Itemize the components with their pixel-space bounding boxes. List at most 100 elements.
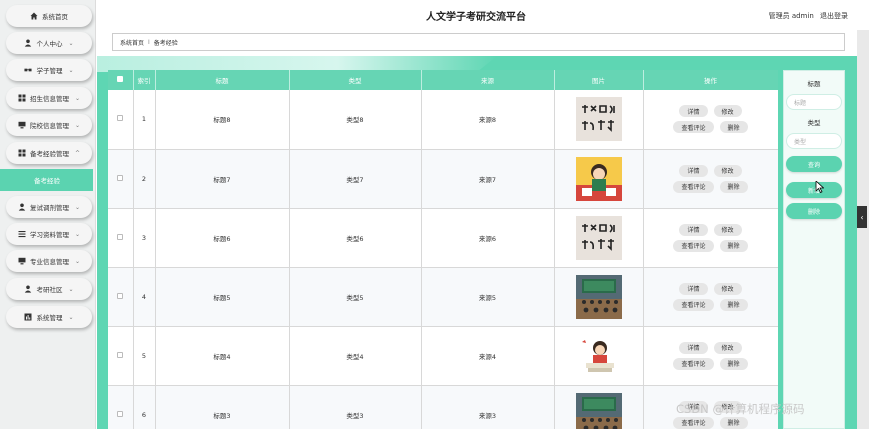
logout-link[interactable]: 退出登录 [820,12,848,20]
view-comments-button[interactable]: 查看评论 [673,239,714,252]
detail-button[interactable]: 详情 [679,282,708,295]
list-icon [18,230,26,238]
view-comments-button[interactable]: 查看评论 [673,416,714,429]
chevron-down-icon: ⌄ [68,285,74,293]
header-user-area: 管理员 admin 退出登录 [765,11,848,21]
detail-button[interactable]: 详情 [679,341,708,354]
edit-button[interactable]: 修改 [713,282,742,295]
sidebar-item-3[interactable]: 学子管理 ⌄ [6,59,92,81]
user-icon [18,203,26,211]
detail-button[interactable]: 详情 [679,223,708,236]
chevron-down-icon: ⌄ [74,230,81,238]
add-button[interactable]: 新增 [786,182,842,198]
type-filter-label: 类型 [807,119,821,127]
chevron-down-icon: ⌄ [74,203,81,211]
collapse-panel-handle[interactable]: ‹ [857,206,867,228]
thumbnail-image [555,274,643,319]
cell-type: 类型5 [289,267,422,327]
search-button[interactable]: 查询 [786,156,842,172]
thumbnail-image [555,333,643,378]
sidebar-item-7[interactable]: 复试调剂管理 ⌄ [6,196,92,218]
sidebar-item-8[interactable]: 学习资料管理 ⌄ [6,223,92,245]
app-title: 人文学子考研交流平台 [426,11,526,23]
sidebar-item-2[interactable]: 个人中心 ⌄ [6,32,92,54]
sidebar-item-10[interactable]: 考研社区 ⌄ [6,278,92,300]
row-checkbox-cell[interactable] [108,208,134,268]
cell-index: 4 [133,267,156,327]
cell-source: 来源7 [421,149,555,209]
edit-button[interactable]: 修改 [713,223,742,236]
delete-button[interactable]: 删除 [719,121,748,134]
edit-button[interactable]: 修改 [713,164,742,177]
select-all-header[interactable] [108,70,134,90]
view-comments-button[interactable]: 查看评论 [673,298,714,311]
detail-button[interactable]: 详情 [679,105,708,118]
row-checkbox[interactable] [117,115,124,122]
sidebar-item-11[interactable]: 系统管理 ⌄ [6,306,92,328]
edit-button[interactable]: 修改 [713,341,742,354]
table-row: 5 标题4 类型4 来源4 详情 修改 查看评论 删除 [108,326,778,386]
sidebar-item-label: 备考经验管理 [29,150,69,158]
view-comments-button[interactable]: 查看评论 [673,121,714,134]
admin-label: 管理员 admin [768,12,814,20]
select-all-checkbox[interactable] [117,76,124,82]
data-table: 索引 标题 类型 来源 图片 操作 1 标题8 类型8 来源8 详情 修改 查看评论 删除 2 标… [108,70,778,429]
cell-source: 来源5 [421,267,555,327]
delete-button[interactable]: 删除 [719,416,748,429]
table-row: 3 标题6 类型6 来源6 详情 修改 查看评论 删除 [108,208,778,268]
cell-image [554,385,644,429]
thumbnail-image [555,156,643,201]
bulk-delete-button[interactable]: 删除 [786,203,842,219]
page-scroll-track[interactable] [857,30,869,429]
cell-index: 2 [133,149,156,209]
cell-type: 类型3 [289,385,422,429]
table-header-row: 索引 标题 类型 来源 图片 操作 [108,70,778,90]
row-checkbox[interactable] [117,292,124,299]
chevron-down-icon: ⌄ [74,257,81,265]
grid-icon [18,94,26,102]
row-checkbox[interactable] [117,351,124,358]
sidebar-item-label: 个人中心 [36,40,63,48]
view-comments-button[interactable]: 查看评论 [673,180,714,193]
sidebar-subitem-active[interactable]: 备考经验 [0,169,93,191]
row-checkbox-cell[interactable] [108,90,134,150]
sidebar-item-5[interactable]: 院校信息管理 ⌄ [6,114,92,136]
user-icon [24,285,32,293]
edit-button[interactable]: 修改 [713,105,742,118]
delete-button[interactable]: 删除 [719,357,748,370]
delete-button[interactable]: 删除 [719,239,748,252]
sidebar-item-4[interactable]: 招生信息管理 ⌄ [6,87,92,109]
breadcrumb-home[interactable]: 系统首页 [120,38,144,47]
row-checkbox[interactable] [117,174,124,181]
cell-title: 标题6 [155,208,290,268]
row-checkbox-cell[interactable] [108,385,134,429]
table-row: 1 标题8 类型8 来源8 详情 修改 查看评论 删除 [108,90,778,150]
row-checkbox-cell[interactable] [108,267,134,327]
sidebar-item-6[interactable]: 备考经验管理 ^ [6,142,92,164]
cell-actions: 详情 修改查看评论 删除 [643,326,778,386]
monitor-icon [18,257,26,265]
cell-type: 类型8 [289,90,422,150]
row-checkbox[interactable] [117,233,124,240]
cell-type: 类型7 [289,149,422,209]
sidebar-item-9[interactable]: 专业信息管理 ⌄ [6,250,92,272]
sidebar-item-1[interactable]: 系统首页 [6,5,92,27]
sidebar-item-label: 系统管理 [36,314,63,322]
title-search-input[interactable]: 标题 [786,94,842,110]
row-checkbox-cell[interactable] [108,149,134,209]
delete-button[interactable]: 删除 [719,298,748,311]
row-checkbox[interactable] [117,410,124,417]
row-checkbox-cell[interactable] [108,326,134,386]
view-comments-button[interactable]: 查看评论 [673,357,714,370]
cell-actions: 详情 修改查看评论 删除 [643,267,778,327]
home-icon [30,12,38,20]
type-search-input[interactable]: 类型 [786,133,842,149]
detail-button[interactable]: 详情 [679,164,708,177]
delete-button[interactable]: 删除 [719,180,748,193]
sidebar-item-label: 复试调剂管理 [29,204,69,212]
glasses-icon [24,66,33,74]
table-row: 4 标题5 类型5 来源5 详情 修改 查看评论 删除 [108,267,778,327]
breadcrumb-current: 备考经验 [153,39,178,47]
chart-icon [24,313,32,321]
sidebar-item-label: 专业信息管理 [29,258,69,266]
